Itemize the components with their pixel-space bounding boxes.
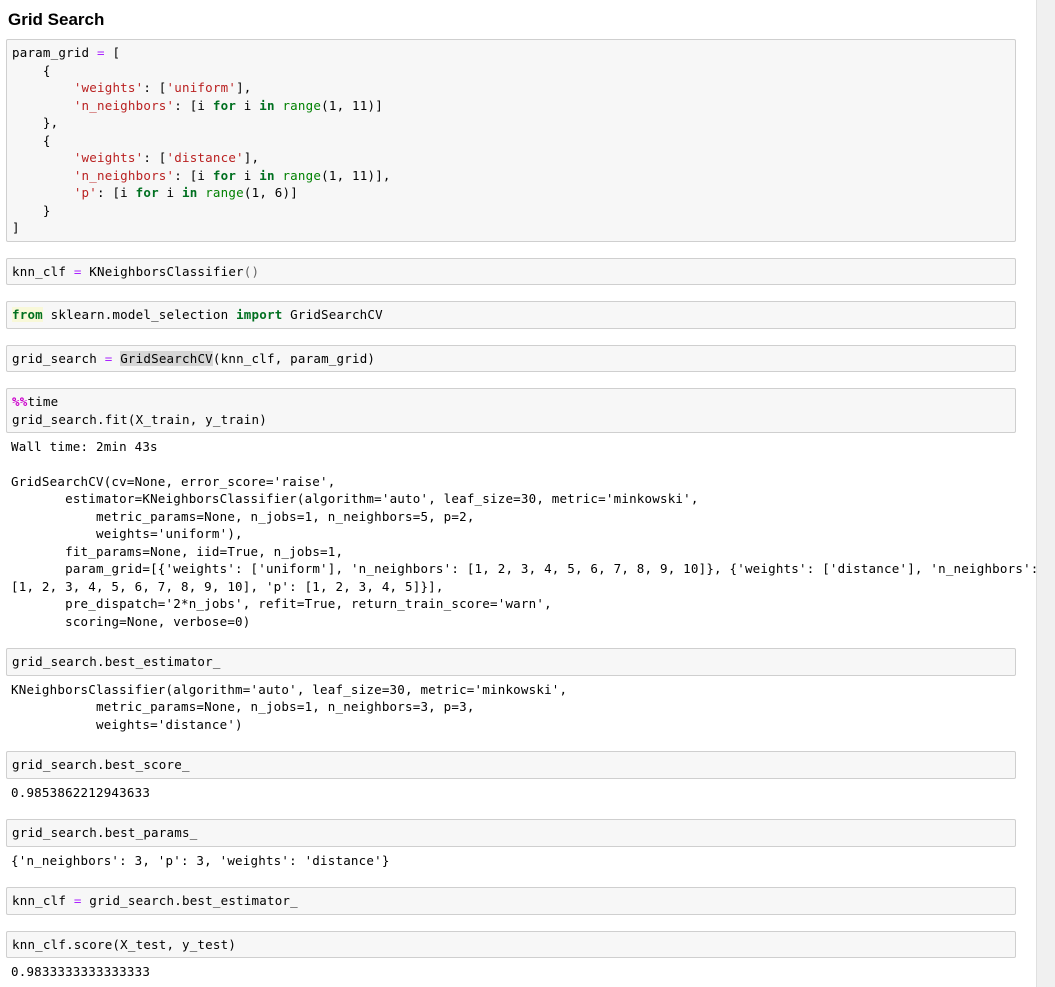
code-source: grid_search.best_params_ xyxy=(12,825,198,840)
code-source: grid_search.best_score_ xyxy=(12,757,190,772)
output-walltime: Wall time: 2min 43s xyxy=(11,439,158,454)
cell-spacer xyxy=(0,329,1037,340)
output-best-params-value: {'n_neighbors': 3, 'p': 3, 'weights': 'd… xyxy=(11,852,390,868)
code-input-area[interactable]: grid_search = GridSearchCV(knn_clf, para… xyxy=(6,344,1016,372)
cell-assign-best[interactable]: knn_clf = grid_search.best_estimator_ xyxy=(0,887,1037,915)
code-source: grid_search.best_estimator_ xyxy=(12,654,221,669)
code-input-area[interactable]: grid_search.best_params_ xyxy=(6,819,1016,847)
cell-spacer xyxy=(0,242,1037,253)
code-input-area[interactable]: param_grid = [ { 'weights': ['uniform'],… xyxy=(6,39,1016,242)
code-source: knn_clf = grid_search.best_estimator_ xyxy=(12,893,298,908)
code-input-area[interactable]: knn_clf.score(X_test, y_test) xyxy=(6,930,1016,958)
scrollbar-thumb[interactable] xyxy=(1039,0,1053,300)
code-source: from sklearn.model_selection import Grid… xyxy=(12,307,383,322)
code-source: grid_search = GridSearchCV(knn_clf, para… xyxy=(12,350,376,366)
cell-spacer xyxy=(0,803,1037,814)
code-source: param_grid = [ { 'weights': ['uniform'],… xyxy=(12,45,391,235)
cell-best-params[interactable]: grid_search.best_params_ xyxy=(0,819,1037,847)
output-best-score-value: 0.9853862212943633 xyxy=(11,784,151,800)
code-input-area[interactable]: %%time grid_search.fit(X_train, y_train) xyxy=(6,388,1016,433)
cell-spacer xyxy=(0,735,1037,746)
cell-knn-clf[interactable]: knn_clf = KNeighborsClassifier() xyxy=(0,257,1037,285)
output-fit: Wall time: 2min 43s GridSearchCV(cv=None… xyxy=(6,436,1046,632)
code-input-area[interactable]: from sklearn.model_selection import Grid… xyxy=(6,301,1016,329)
cell-best-estimator[interactable]: grid_search.best_estimator_ xyxy=(0,648,1037,676)
cell-spacer xyxy=(0,285,1037,296)
output-best-params: {'n_neighbors': 3, 'p': 3, 'weights': 'd… xyxy=(6,849,1046,871)
code-input-area[interactable]: grid_search.best_score_ xyxy=(6,751,1016,779)
cell-spacer xyxy=(0,915,1037,926)
code-source: knn_clf.score(X_test, y_test) xyxy=(12,936,237,952)
cell-spacer xyxy=(0,632,1037,643)
output-best-estimator: KNeighborsClassifier(algorithm='auto', l… xyxy=(6,678,1046,735)
cell-spacer xyxy=(0,372,1037,383)
output-score-test: 0.9833333333333333 xyxy=(6,961,1046,983)
notebook-page: Grid Search param_grid = [ { 'weights': … xyxy=(0,0,1055,987)
vertical-scrollbar[interactable] xyxy=(1036,0,1055,987)
notebook-body: Grid Search param_grid = [ { 'weights': … xyxy=(0,0,1046,987)
output-best-estimator-repr: KNeighborsClassifier(algorithm='auto', l… xyxy=(11,681,568,732)
cell-best-score[interactable]: grid_search.best_score_ xyxy=(0,751,1037,779)
code-input-area[interactable]: knn_clf = grid_search.best_estimator_ xyxy=(6,887,1016,915)
output-test-score-value: 0.9833333333333333 xyxy=(11,964,151,979)
output-best-score: 0.9853862212943633 xyxy=(6,781,1046,803)
cell-grid-search-init[interactable]: grid_search = GridSearchCV(knn_clf, para… xyxy=(0,344,1037,372)
cell-import-gridsearchcv[interactable]: from sklearn.model_selection import Grid… xyxy=(0,301,1037,329)
page-title: Grid Search xyxy=(8,10,105,29)
output-fit-repr: GridSearchCV(cv=None, error_score='raise… xyxy=(11,473,1039,629)
cell-spacer xyxy=(0,871,1037,882)
cell-score-test[interactable]: knn_clf.score(X_test, y_test) xyxy=(0,930,1037,958)
code-input-area[interactable]: grid_search.best_estimator_ xyxy=(6,648,1016,676)
code-source: knn_clf = KNeighborsClassifier() xyxy=(12,263,260,279)
code-source: %%time grid_search.fit(X_train, y_train) xyxy=(12,394,267,427)
code-input-area[interactable]: knn_clf = KNeighborsClassifier() xyxy=(6,257,1016,285)
cell-fit[interactable]: %%time grid_search.fit(X_train, y_train) xyxy=(0,388,1037,433)
cell-param-grid[interactable]: param_grid = [ { 'weights': ['uniform'],… xyxy=(0,39,1037,242)
search-match-highlight: GridSearchCV xyxy=(120,350,213,366)
